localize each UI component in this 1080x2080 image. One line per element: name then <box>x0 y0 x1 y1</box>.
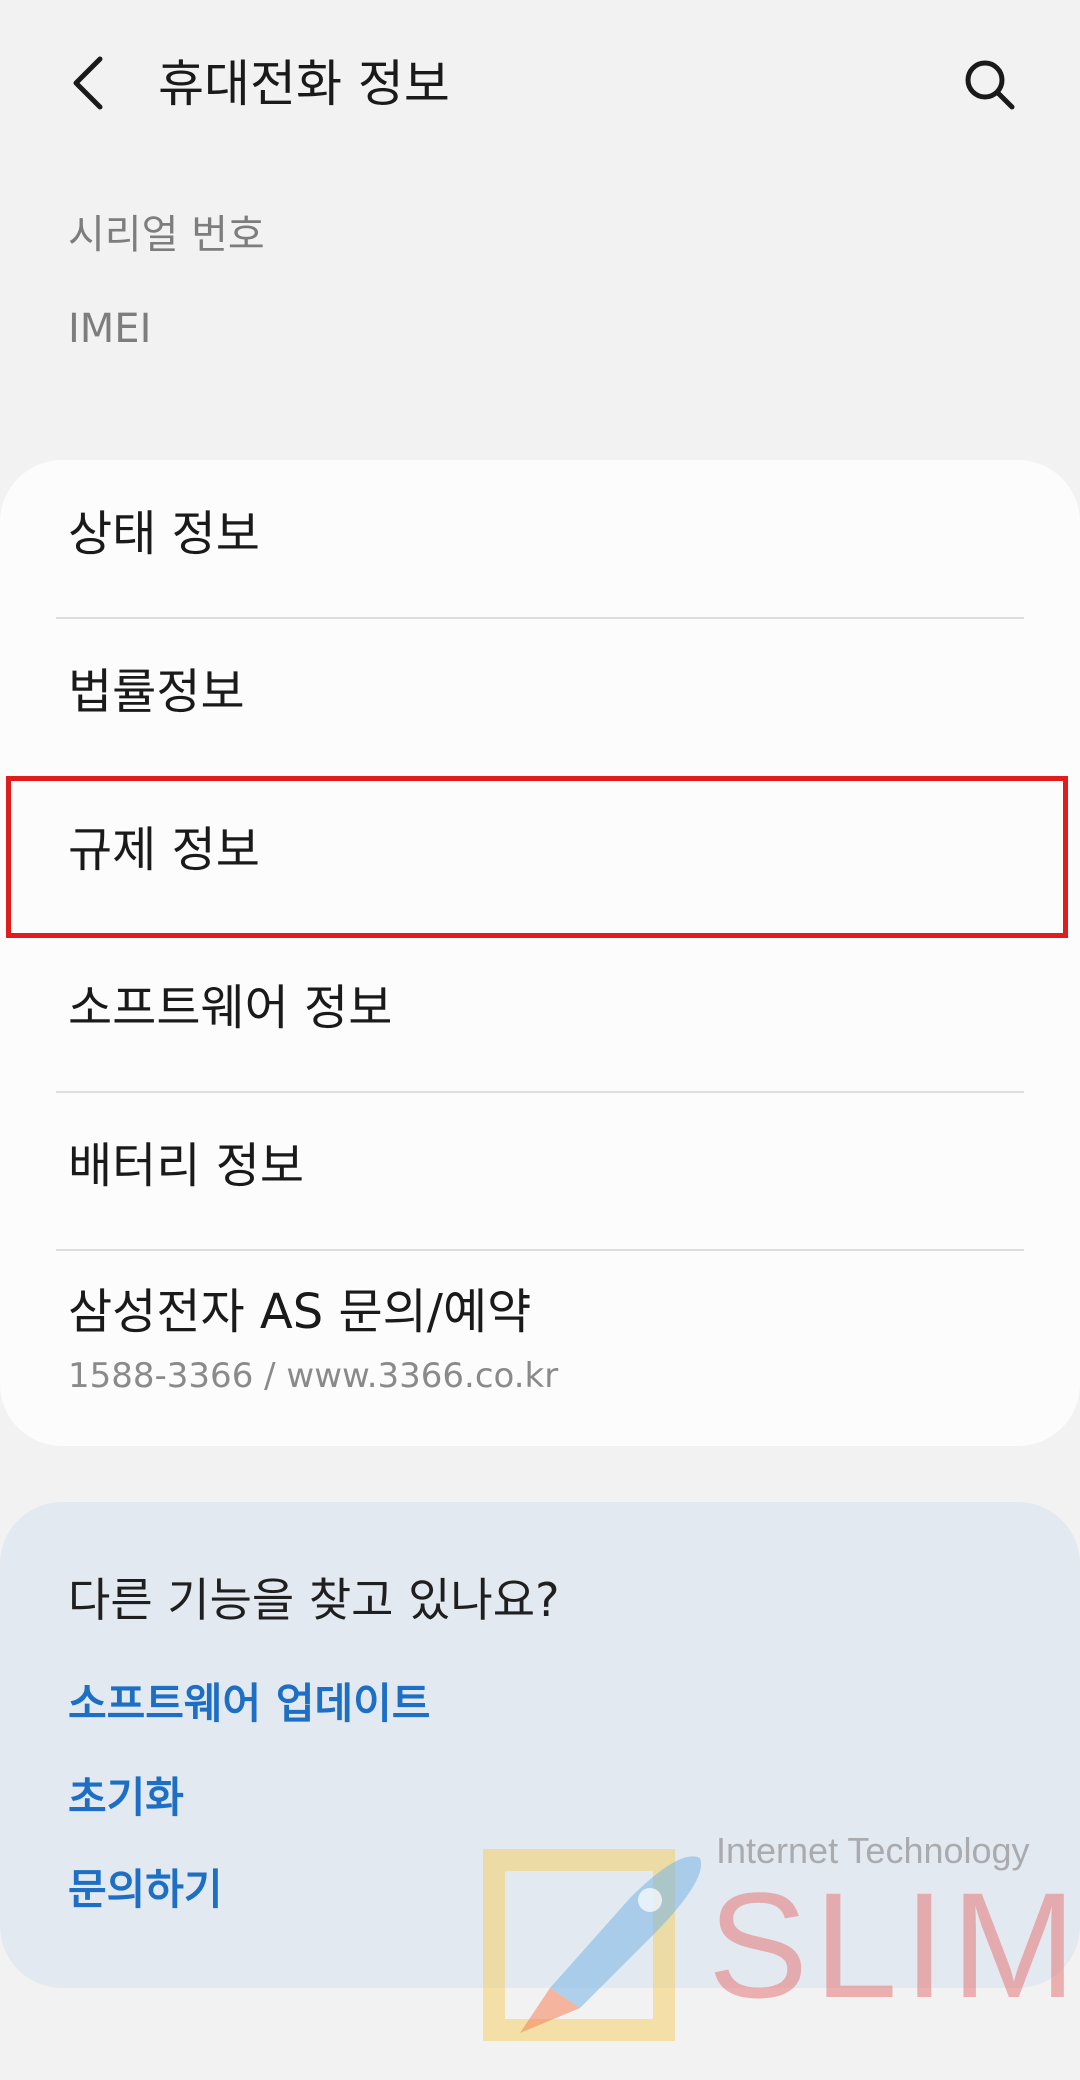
imei-label: IMEI <box>68 306 152 352</box>
search-button[interactable] <box>955 50 1025 120</box>
link-reset[interactable]: 초기화 <box>68 1764 184 1825</box>
menu-item-sublabel: 1588-3366 / www.3366.co.kr <box>68 1356 559 1396</box>
menu-item-label: 상태 정보 <box>68 506 260 562</box>
search-icon <box>965 60 1015 110</box>
related-title: 다른 기능을 찾고 있나요? <box>68 1573 560 1627</box>
link-contact-us[interactable]: 문의하기 <box>68 1856 223 1917</box>
menu-item-label: 법률정보 <box>68 664 245 720</box>
app-bar: 휴대전화 정보 <box>0 0 1080 170</box>
menu-item-samsung-service[interactable]: 삼성전자 AS 문의/예약 1588-3366 / www.3366.co.kr <box>0 1250 1080 1446</box>
menu-item-status-info[interactable]: 상태 정보 <box>0 460 1080 617</box>
chevron-left-icon <box>73 56 103 110</box>
related-features-card: 다른 기능을 찾고 있나요? 소프트웨어 업데이트 초기화 문의하기 <box>0 1502 1080 1988</box>
menu-item-label: 규제 정보 <box>68 822 260 878</box>
menu-item-legal-info[interactable]: 법률정보 <box>0 618 1080 775</box>
menu-item-label: 삼성전자 AS 문의/예약 <box>68 1284 532 1340</box>
link-software-update[interactable]: 소프트웨어 업데이트 <box>68 1670 430 1731</box>
back-button[interactable] <box>58 48 118 118</box>
page-title: 휴대전화 정보 <box>158 55 450 113</box>
menu-item-software-info[interactable]: 소프트웨어 정보 <box>0 934 1080 1091</box>
menu-item-label: 배터리 정보 <box>68 1138 305 1194</box>
serial-number-label: 시리얼 번호 <box>68 212 265 258</box>
about-menu-card: 상태 정보 법률정보 규제 정보 소프트웨어 정보 배터리 정보 삼성전자 AS… <box>0 460 1080 1446</box>
menu-item-regulatory-info[interactable]: 규제 정보 <box>0 776 1080 933</box>
menu-item-label: 소프트웨어 정보 <box>68 980 393 1036</box>
menu-item-battery-info[interactable]: 배터리 정보 <box>0 1092 1080 1249</box>
